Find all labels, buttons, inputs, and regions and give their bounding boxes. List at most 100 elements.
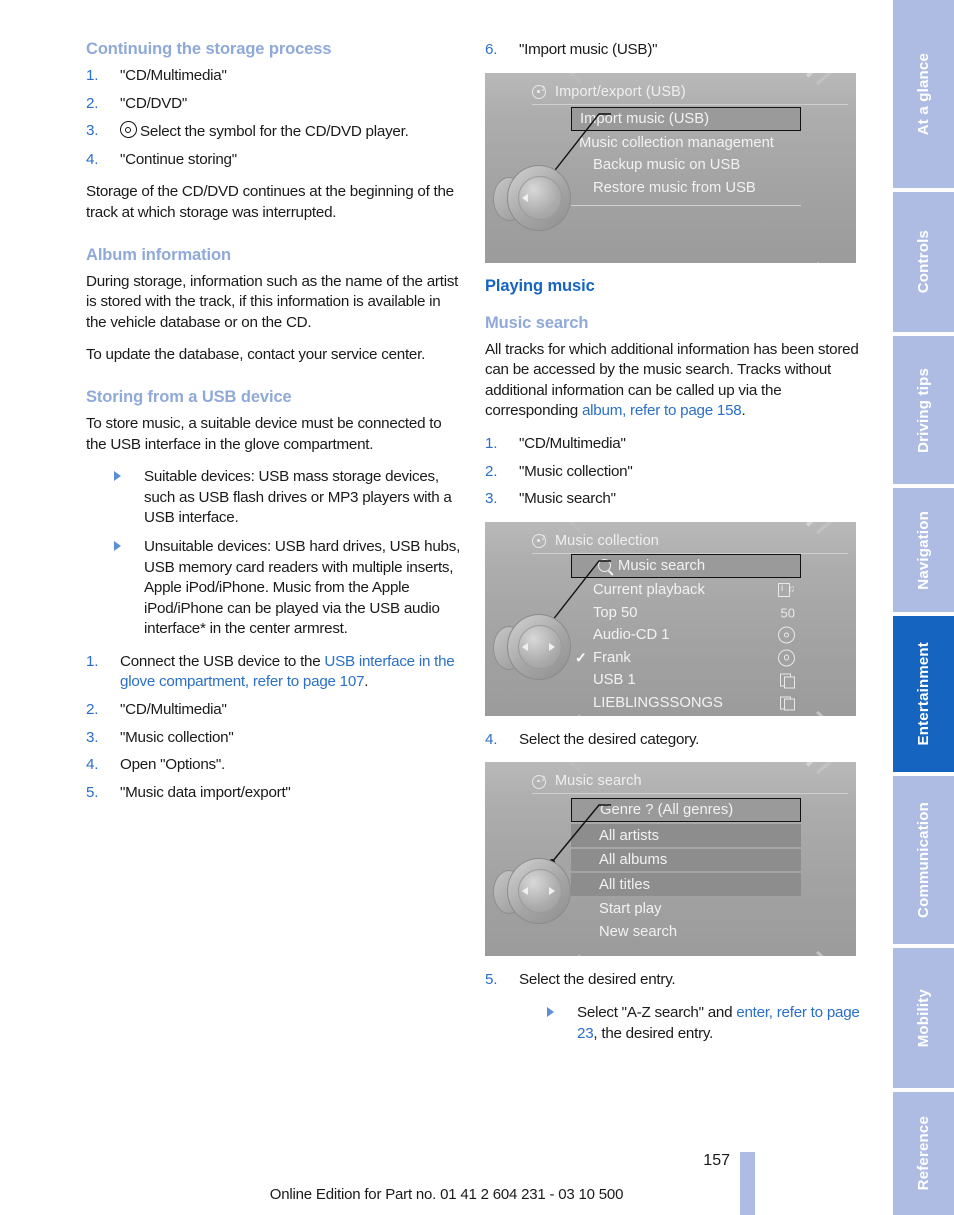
paragraph-album-2: To update the database, contact your ser… (86, 346, 426, 364)
menu-item-restore-music[interactable]: Restore music from USB (571, 177, 801, 200)
paragraph-storage-continues: Storage of the CD/DVD continues at the b… (86, 183, 454, 221)
step-number: 6. (485, 41, 498, 58)
left-column: Continuing the storage process 1. "CD/Mu… (86, 40, 464, 815)
idrive-screenshot-music-collection: ♪ Music collection Music search Current … (485, 521, 856, 716)
step-text: "Import music (USB)" (519, 41, 658, 58)
menu-item-top-50[interactable]: Top 50 50 (571, 601, 801, 624)
list-item: 3. "Music search" (485, 489, 863, 510)
screen-title: Import/export (USB) (555, 83, 686, 100)
left-arrow-icon (522, 642, 528, 651)
menu-item-usb-1[interactable]: USB 1 (571, 669, 801, 692)
heading-continuing-storage: Continuing the storage process (86, 40, 332, 58)
tab-mobility[interactable]: Mobility (893, 948, 954, 1088)
right-arrow-icon (549, 642, 555, 651)
tab-entertainment[interactable]: Entertainment (893, 616, 954, 772)
steps-usb-storing: 1. Connect the USB device to the USB int… (86, 652, 464, 804)
tab-label: Mobility (915, 988, 932, 1048)
paragraph-album-1: During storage, information such as the … (86, 272, 459, 331)
step-text: "Music collection" (120, 728, 234, 746)
folder-icon (780, 696, 795, 711)
menu-item-label: Restore music from USB (593, 179, 756, 196)
list-item: Unsuitable devices: USB hard drives, USB… (86, 537, 464, 640)
step-text: Open "Options". (120, 756, 225, 774)
menu-item-label: All albums (599, 852, 668, 869)
folder-icon (780, 673, 795, 688)
menu-item-frank[interactable]: ✓ Frank (571, 646, 801, 669)
list-item: 2. "Music collection" (485, 462, 863, 483)
menu-item-all-artists[interactable]: All artists (571, 824, 801, 847)
step-text: "CD/Multimedia" (120, 701, 227, 719)
menu-item-label: New search (599, 923, 678, 940)
menu-item-all-titles[interactable]: All titles (571, 873, 801, 896)
idrive-controller-knob[interactable] (493, 164, 571, 231)
steps-music-search: 1. "CD/Multimedia" 2. "Music collection"… (485, 434, 863, 510)
step-number: 1. (485, 434, 498, 452)
screen-header: ♪ Import/export (USB) (532, 81, 828, 103)
chapter-tab-rail: At a glance Controls Driving tips Naviga… (893, 0, 954, 1215)
step-number: 3. (86, 728, 99, 746)
bullet-text: Unsuitable devices: USB hard drives, USB… (144, 537, 461, 638)
menu-item-import-music[interactable]: Import music (USB) (571, 106, 801, 131)
menu-item-lieblingssongs[interactable]: LIEBLINGSSONGS (571, 691, 801, 714)
menu-item-all-albums[interactable]: All albums (571, 848, 801, 872)
idrive-screenshot-import-export: ♪ Import/export (USB) Import music (USB)… (485, 72, 856, 263)
menu-item-music-search[interactable]: Music search (571, 553, 801, 578)
step-text: "Continue storing" (120, 150, 237, 168)
search-icon (598, 559, 611, 573)
menu-item-genre[interactable]: Genre ? (All genres) (571, 798, 801, 823)
step-number: 2. (86, 94, 99, 112)
step-text: "Music data import/export" (120, 783, 291, 801)
list-item: 2. "CD/DVD" (86, 94, 464, 115)
menu-item-label: Music collection management (579, 134, 774, 151)
screen-title: Music collection (555, 532, 659, 549)
idrive-controller-knob[interactable] (493, 613, 571, 680)
disc-icon (778, 626, 795, 644)
step-number: 4. (485, 730, 498, 748)
menu-item-new-search[interactable]: New search (571, 920, 801, 943)
step-number: 2. (485, 462, 498, 480)
paragraph-text-post: . (741, 402, 746, 420)
menu-item-label: Start play (599, 901, 662, 918)
step-text: "CD/Multimedia" (120, 67, 227, 84)
screen-header: ♪ Music search (532, 770, 828, 792)
list-item: 4. "Continue storing" (86, 150, 464, 171)
menu-item-label: Genre ? (All genres) (600, 802, 734, 819)
tab-reference[interactable]: Reference (893, 1092, 954, 1215)
step-number: 1. (86, 652, 99, 670)
menu-item-label: Frank (593, 649, 631, 666)
step-text: "CD/Multimedia" (519, 434, 626, 452)
tab-label: Reference (915, 1116, 932, 1191)
cd-note-icon: ♪ (532, 533, 548, 549)
tab-controls[interactable]: Controls (893, 192, 954, 332)
paragraph-storing-usb: To store music, a suitable device must b… (86, 414, 442, 453)
step-number: 4. (86, 756, 99, 774)
menu-item-audio-cd-1[interactable]: Audio-CD 1 (571, 624, 801, 647)
list-item: 6. "Import music (USB)" (485, 40, 863, 61)
step-text: "CD/DVD" (120, 94, 188, 112)
menu-item-label: All artists (599, 827, 660, 844)
list-item: Select "A-Z search" and enter, refer to … (485, 1003, 863, 1044)
menu-item-current-playback[interactable]: Current playback i ♫ (571, 579, 801, 602)
tab-label: At a glance (915, 52, 932, 136)
triangle-bullet-icon (547, 1006, 554, 1017)
tab-communication[interactable]: Communication (893, 776, 954, 944)
cross-reference-link[interactable]: album, refer to page 158 (582, 402, 742, 419)
tab-driving-tips[interactable]: Driving tips (893, 336, 954, 484)
step-4-select-category: 4. Select the desired category. (485, 730, 863, 751)
divider (532, 103, 848, 105)
bullet-az-search: Select "A-Z search" and enter, refer to … (485, 1003, 863, 1044)
idrive-controller-knob[interactable] (493, 858, 571, 925)
list-item: 3. "Music collection" (86, 728, 464, 749)
tab-label: Communication (915, 802, 932, 918)
menu-item-label: LIEBLINGSSONGS (593, 694, 723, 711)
menu-item-start-play[interactable]: Start play (571, 898, 801, 921)
cd-note-icon: ♪ (532, 773, 548, 789)
tab-at-a-glance[interactable]: At a glance (893, 0, 954, 188)
page-marker-bar (740, 1152, 755, 1215)
idrive-screenshot-music-search: ♪ Music search Genre ? (All genres) All … (485, 762, 856, 957)
menu-item-backup-music[interactable]: Backup music on USB (571, 154, 801, 177)
list-item: 1. Connect the USB device to the USB int… (86, 652, 464, 693)
tab-navigation[interactable]: Navigation (893, 488, 954, 612)
tab-label: Controls (915, 230, 932, 294)
menu-item-music-collection-management[interactable]: Music collection management (571, 132, 801, 155)
